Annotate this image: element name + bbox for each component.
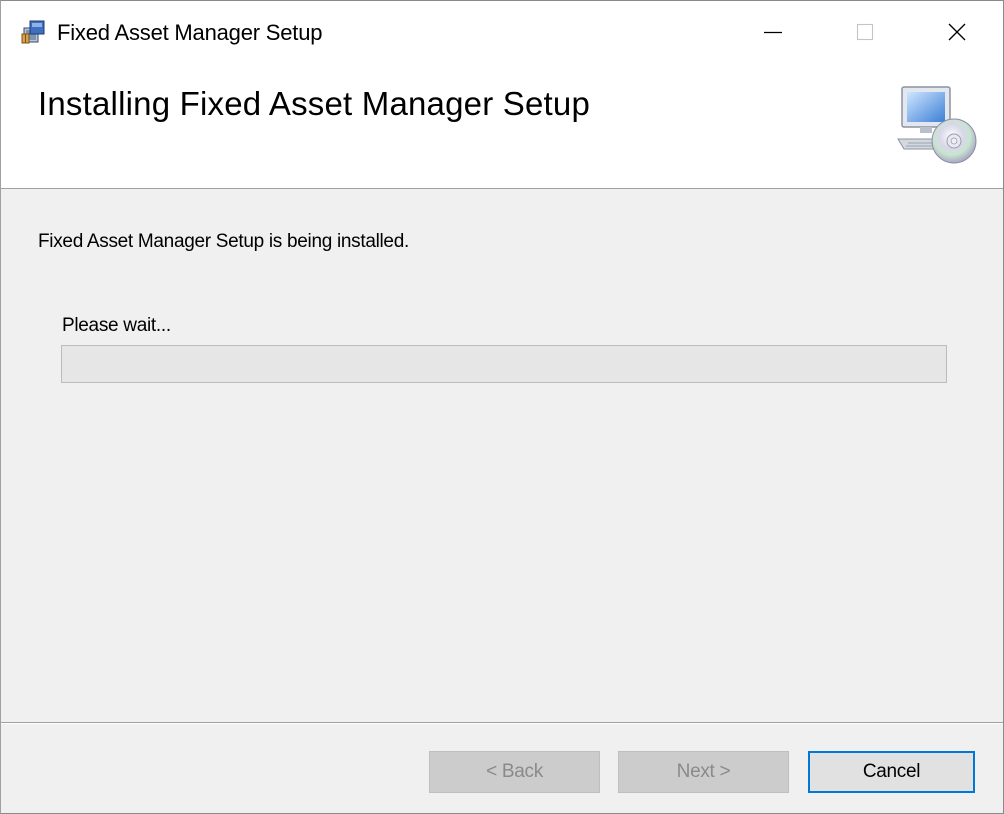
install-status-text: Fixed Asset Manager Setup is being insta… [38, 231, 409, 252]
back-button[interactable]: < Back [429, 751, 600, 793]
footer-divider [1, 722, 1003, 724]
minimize-icon [764, 31, 782, 34]
close-icon [948, 23, 966, 41]
cancel-button[interactable]: Cancel [808, 751, 975, 793]
minimize-button[interactable] [727, 1, 819, 63]
computer-cd-icon [894, 83, 978, 167]
header-banner: Installing Fixed Asset Manager Setup [1, 63, 1003, 189]
installer-package-icon [21, 19, 47, 45]
setup-window: Fixed Asset Manager Setup Installing Fix… [0, 0, 1004, 814]
title-bar[interactable]: Fixed Asset Manager Setup [1, 1, 1003, 63]
install-progress-bar [61, 345, 947, 383]
please-wait-label: Please wait... [62, 315, 171, 336]
maximize-icon [856, 23, 874, 41]
window-title: Fixed Asset Manager Setup [57, 20, 323, 45]
page-title: Installing Fixed Asset Manager Setup [38, 85, 591, 122]
close-button[interactable] [911, 1, 1003, 63]
maximize-button[interactable] [819, 1, 911, 63]
next-button[interactable]: Next > [618, 751, 789, 793]
